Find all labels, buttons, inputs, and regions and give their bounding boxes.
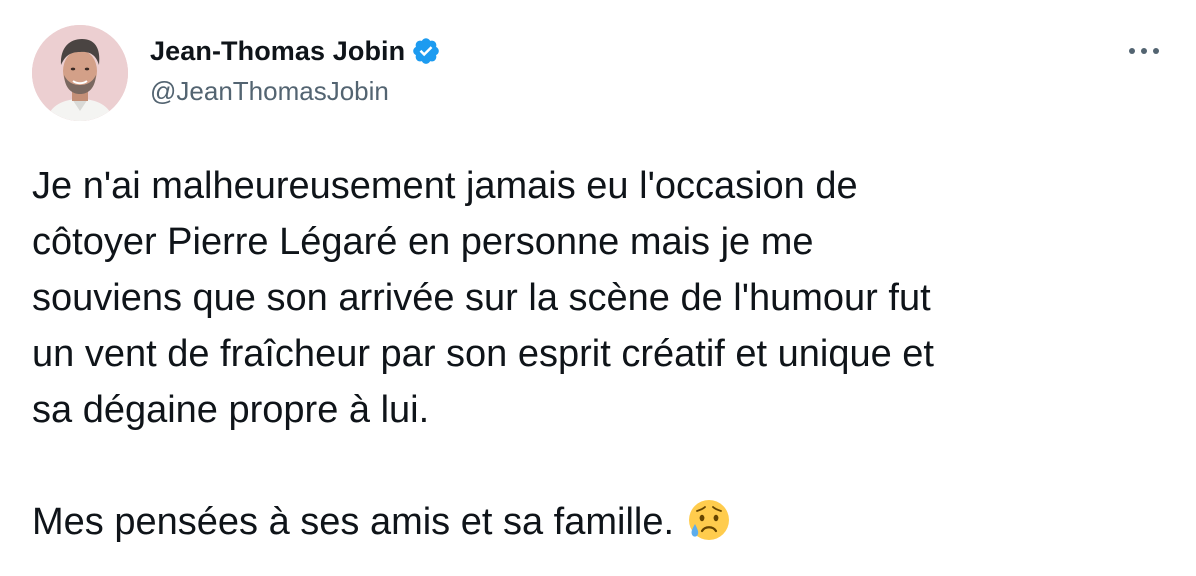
tweet-text-line: côtoyer Pierre Légaré en personne mais j…	[32, 221, 814, 263]
author-avatar[interactable]	[32, 25, 128, 121]
author-handle[interactable]: @JeanThomasJobin	[150, 76, 441, 107]
author-display-name[interactable]: Jean-Thomas Jobin	[150, 36, 405, 67]
verified-badge-icon	[411, 36, 441, 66]
tweet-text-line: un vent de fraîcheur par son esprit créa…	[32, 333, 934, 375]
name-row: Jean-Thomas Jobin	[150, 34, 441, 68]
sad-but-relieved-face-emoji-icon	[687, 498, 731, 558]
tweet-text-line: Je n'ai malheureusement jamais eu l'occa…	[32, 165, 858, 207]
tweet-text-line: souviens que son arrivée sur la scène de…	[32, 277, 931, 319]
tweet-card: Jean-Thomas Jobin @JeanThomasJobin Je n'…	[0, 0, 1196, 576]
tweet-closing-text: Mes pensées à ses amis et sa famille.	[32, 501, 675, 543]
author-block: Jean-Thomas Jobin @JeanThomasJobin	[150, 34, 441, 107]
avatar-image	[32, 25, 128, 121]
more-options-icon[interactable]	[1124, 36, 1164, 66]
tweet-closing-line: Mes pensées à ses amis et sa famille.	[32, 494, 1172, 558]
tweet-text: Je n'ai malheureusement jamais eu l'occa…	[32, 158, 1172, 558]
tweet-text-line: sa dégaine propre à lui.	[32, 389, 430, 431]
